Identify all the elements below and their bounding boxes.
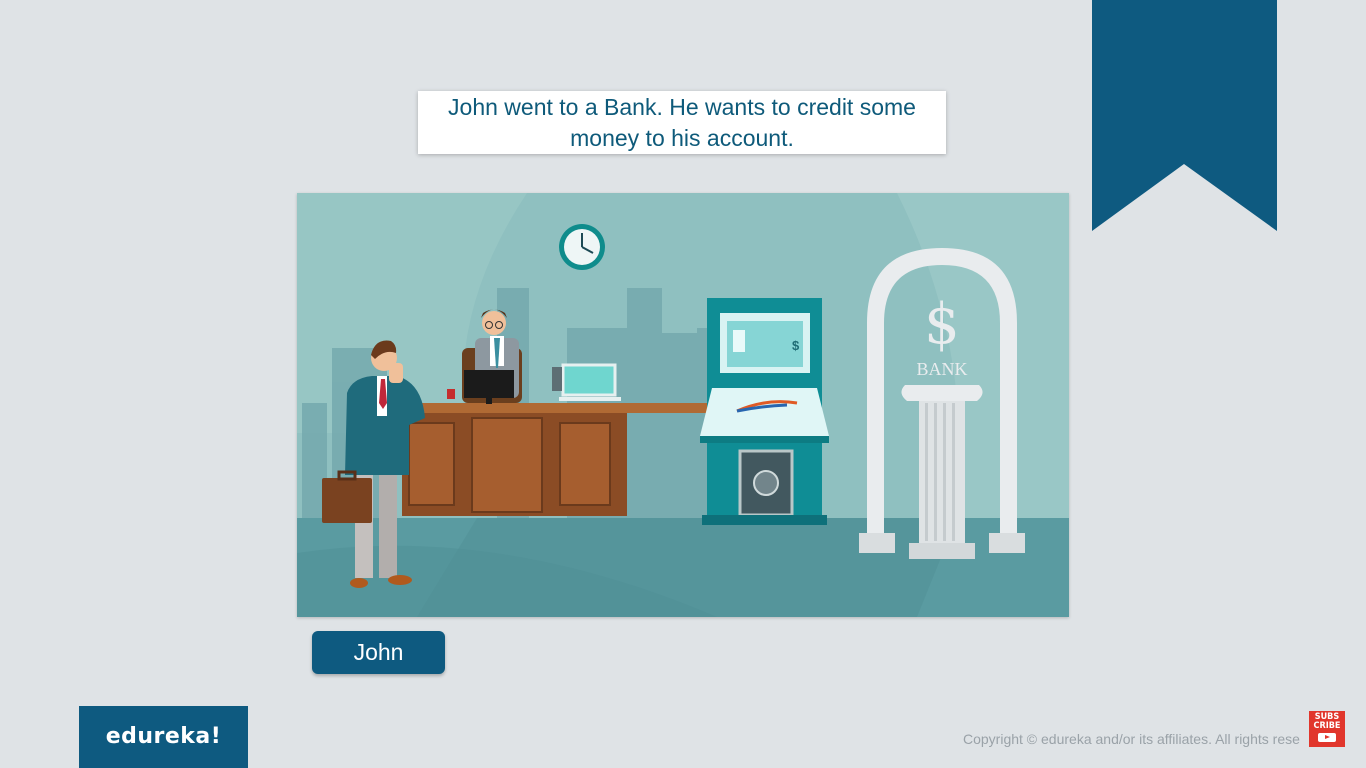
bank-sign: BANK [916, 359, 967, 379]
atm-screen-symbol: $ [792, 338, 800, 353]
dollar-symbol: $ [924, 292, 960, 357]
atm-machine: $ [700, 298, 829, 525]
caption-line-2: money to his account. [570, 125, 794, 151]
john-label-button[interactable]: John [312, 631, 445, 674]
bank-arch: $ BANK [859, 248, 1025, 559]
bank-illustration: $ $ BANK [297, 193, 1069, 617]
clock-icon [559, 224, 605, 270]
edureka-logo: edureka! [79, 706, 248, 768]
caption-line-1: John went to a Bank. He wants to credit … [448, 94, 916, 120]
copyright-text: Copyright © edureka and/or its affiliate… [963, 731, 1300, 747]
caption-box: John went to a Bank. He wants to credit … [418, 91, 946, 154]
youtube-icon [1318, 733, 1336, 742]
subscribe-label-line2: CRIBE [1313, 721, 1341, 731]
bookmark-ribbon [1092, 0, 1277, 231]
subscribe-button[interactable]: SUBS CRIBE [1309, 711, 1345, 747]
